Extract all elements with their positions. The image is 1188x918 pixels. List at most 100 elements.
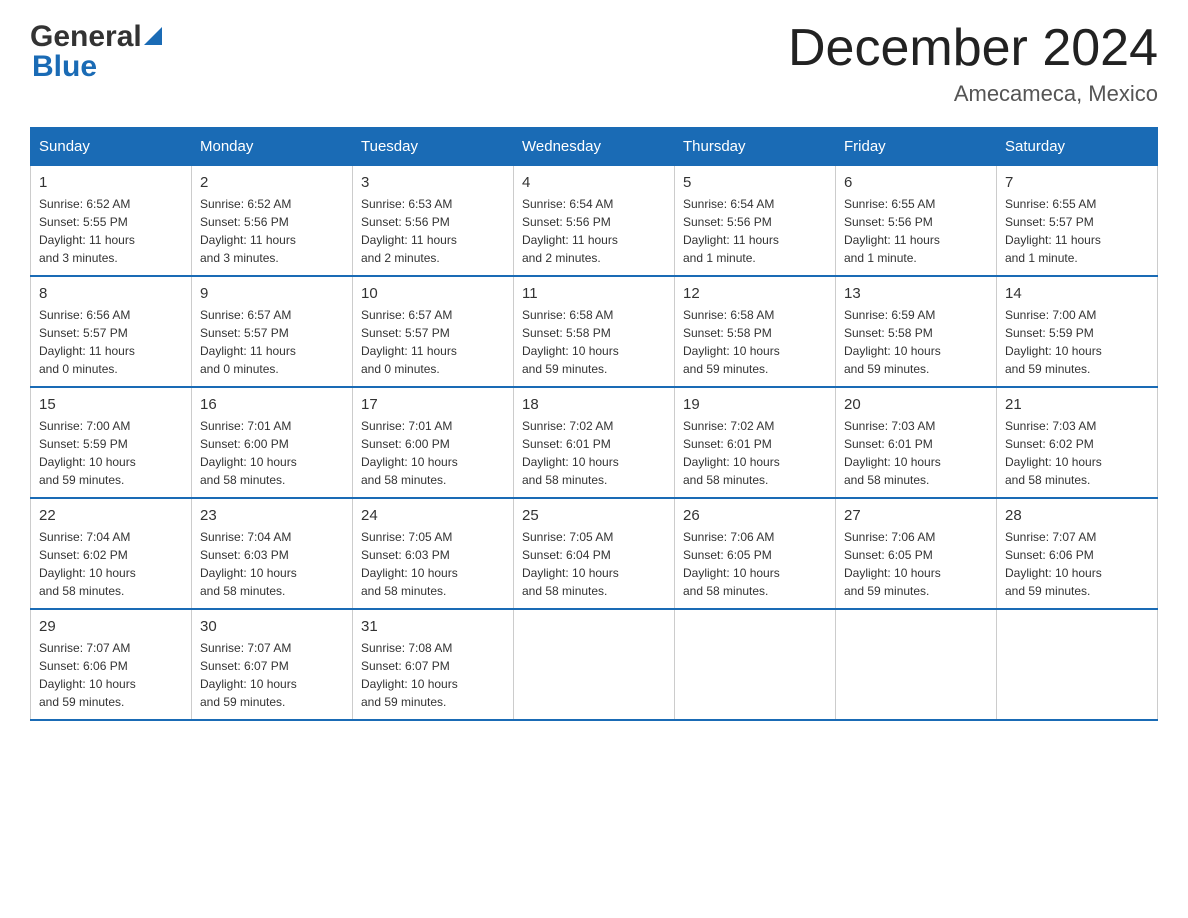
day-number: 24 xyxy=(361,507,505,524)
day-info: Sunrise: 7:05 AMSunset: 6:04 PMDaylight:… xyxy=(522,528,666,600)
day-info: Sunrise: 6:52 AMSunset: 5:56 PMDaylight:… xyxy=(200,195,344,267)
calendar-cell: 25 Sunrise: 7:05 AMSunset: 6:04 PMDayligh… xyxy=(514,498,675,609)
page-header: General Blue December 2024 Amecameca, Me… xyxy=(30,20,1158,107)
day-info: Sunrise: 7:02 AMSunset: 6:01 PMDaylight:… xyxy=(683,417,827,489)
calendar-cell: 31Sunrise: 7:08 AMSunset: 6:07 PMDayligh… xyxy=(353,609,514,720)
day-number: 21 xyxy=(1005,396,1149,413)
day-number: 3 xyxy=(361,174,505,191)
calendar-week-row: 15 Sunrise: 7:00 AMSunset: 5:59 PMDayligh… xyxy=(31,387,1158,498)
day-number: 23 xyxy=(200,507,344,524)
day-info: Sunrise: 7:00 AMSunset: 5:59 PMDaylight:… xyxy=(1005,306,1149,378)
calendar-week-row: 29 Sunrise: 7:07 AMSunset: 6:06 PMDayligh… xyxy=(31,609,1158,720)
calendar-cell: 12 Sunrise: 6:58 AMSunset: 5:58 PMDayligh… xyxy=(675,276,836,387)
day-info: Sunrise: 6:54 AMSunset: 5:56 PMDaylight:… xyxy=(683,195,827,267)
day-number: 17 xyxy=(361,396,505,413)
day-info: Sunrise: 7:07 AMSunset: 6:07 PMDaylight:… xyxy=(200,639,344,711)
day-info: Sunrise: 6:52 AMSunset: 5:55 PMDaylight:… xyxy=(39,195,183,267)
day-number: 6 xyxy=(844,174,988,191)
day-info: Sunrise: 7:05 AMSunset: 6:03 PMDaylight:… xyxy=(361,528,505,600)
day-number: 10 xyxy=(361,285,505,302)
calendar-cell: 16Sunrise: 7:01 AMSunset: 6:00 PMDayligh… xyxy=(192,387,353,498)
day-info: Sunrise: 6:58 AMSunset: 5:58 PMDaylight:… xyxy=(522,306,666,378)
day-number: 28 xyxy=(1005,507,1149,524)
calendar-cell: 1 Sunrise: 6:52 AMSunset: 5:55 PMDaylight… xyxy=(31,166,192,277)
days-header-row: SundayMondayTuesdayWednesdayThursdayFrid… xyxy=(31,128,1158,166)
calendar-cell xyxy=(997,609,1158,720)
day-number: 29 xyxy=(39,618,183,635)
day-info: Sunrise: 7:04 AMSunset: 6:03 PMDaylight:… xyxy=(200,528,344,600)
day-number: 1 xyxy=(39,174,183,191)
title-section: December 2024 Amecameca, Mexico xyxy=(788,20,1158,107)
day-header-saturday: Saturday xyxy=(997,128,1158,166)
calendar-cell: 7 Sunrise: 6:55 AMSunset: 5:57 PMDaylight… xyxy=(997,166,1158,277)
day-number: 22 xyxy=(39,507,183,524)
day-info: Sunrise: 6:53 AMSunset: 5:56 PMDaylight:… xyxy=(361,195,505,267)
calendar-cell: 8 Sunrise: 6:56 AMSunset: 5:57 PMDaylight… xyxy=(31,276,192,387)
calendar-table: SundayMondayTuesdayWednesdayThursdayFrid… xyxy=(30,127,1158,721)
day-info: Sunrise: 7:00 AMSunset: 5:59 PMDaylight:… xyxy=(39,417,183,489)
logo-blue-text: Blue xyxy=(30,50,162,84)
day-info: Sunrise: 7:04 AMSunset: 6:02 PMDaylight:… xyxy=(39,528,183,600)
day-number: 26 xyxy=(683,507,827,524)
calendar-cell: 23 Sunrise: 7:04 AMSunset: 6:03 PMDayligh… xyxy=(192,498,353,609)
day-number: 20 xyxy=(844,396,988,413)
day-info: Sunrise: 7:02 AMSunset: 6:01 PMDaylight:… xyxy=(522,417,666,489)
day-info: Sunrise: 6:56 AMSunset: 5:57 PMDaylight:… xyxy=(39,306,183,378)
calendar-cell xyxy=(675,609,836,720)
day-number: 12 xyxy=(683,285,827,302)
day-number: 4 xyxy=(522,174,666,191)
day-header-friday: Friday xyxy=(836,128,997,166)
logo-general-text: General xyxy=(30,20,142,54)
day-number: 2 xyxy=(200,174,344,191)
day-info: Sunrise: 6:59 AMSunset: 5:58 PMDaylight:… xyxy=(844,306,988,378)
calendar-cell: 4 Sunrise: 6:54 AMSunset: 5:56 PMDaylight… xyxy=(514,166,675,277)
day-info: Sunrise: 7:03 AMSunset: 6:02 PMDaylight:… xyxy=(1005,417,1149,489)
calendar-cell: 18 Sunrise: 7:02 AMSunset: 6:01 PMDayligh… xyxy=(514,387,675,498)
month-title: December 2024 xyxy=(788,20,1158,77)
day-number: 11 xyxy=(522,285,666,302)
calendar-cell xyxy=(514,609,675,720)
logo: General Blue xyxy=(30,20,162,84)
calendar-cell: 21 Sunrise: 7:03 AMSunset: 6:02 PMDayligh… xyxy=(997,387,1158,498)
calendar-cell: 27 Sunrise: 7:06 AMSunset: 6:05 PMDayligh… xyxy=(836,498,997,609)
day-number: 8 xyxy=(39,285,183,302)
day-info: Sunrise: 7:06 AMSunset: 6:05 PMDaylight:… xyxy=(683,528,827,600)
calendar-cell: 9 Sunrise: 6:57 AMSunset: 5:57 PMDaylight… xyxy=(192,276,353,387)
day-info: Sunrise: 6:58 AMSunset: 5:58 PMDaylight:… xyxy=(683,306,827,378)
calendar-body: 1 Sunrise: 6:52 AMSunset: 5:55 PMDaylight… xyxy=(31,166,1158,721)
logo-triangle-icon xyxy=(144,27,162,45)
calendar-cell: 10 Sunrise: 6:57 AMSunset: 5:57 PMDayligh… xyxy=(353,276,514,387)
day-info: Sunrise: 7:01 AMSunset: 6:00 PMDaylight:… xyxy=(200,417,344,489)
calendar-cell: 11 Sunrise: 6:58 AMSunset: 5:58 PMDayligh… xyxy=(514,276,675,387)
calendar-cell: 28Sunrise: 7:07 AMSunset: 6:06 PMDayligh… xyxy=(997,498,1158,609)
day-number: 31 xyxy=(361,618,505,635)
calendar-cell xyxy=(836,609,997,720)
day-info: Sunrise: 7:07 AMSunset: 6:06 PMDaylight:… xyxy=(39,639,183,711)
day-info: Sunrise: 7:06 AMSunset: 6:05 PMDaylight:… xyxy=(844,528,988,600)
calendar-cell: 17 Sunrise: 7:01 AMSunset: 6:00 PMDayligh… xyxy=(353,387,514,498)
calendar-week-row: 22 Sunrise: 7:04 AMSunset: 6:02 PMDayligh… xyxy=(31,498,1158,609)
calendar-cell: 24 Sunrise: 7:05 AMSunset: 6:03 PMDayligh… xyxy=(353,498,514,609)
calendar-cell: 2 Sunrise: 6:52 AMSunset: 5:56 PMDaylight… xyxy=(192,166,353,277)
day-info: Sunrise: 7:01 AMSunset: 6:00 PMDaylight:… xyxy=(361,417,505,489)
day-number: 5 xyxy=(683,174,827,191)
calendar-cell: 19 Sunrise: 7:02 AMSunset: 6:01 PMDayligh… xyxy=(675,387,836,498)
day-info: Sunrise: 6:54 AMSunset: 5:56 PMDaylight:… xyxy=(522,195,666,267)
calendar-cell: 3 Sunrise: 6:53 AMSunset: 5:56 PMDaylight… xyxy=(353,166,514,277)
day-number: 15 xyxy=(39,396,183,413)
calendar-cell: 30Sunrise: 7:07 AMSunset: 6:07 PMDayligh… xyxy=(192,609,353,720)
calendar-cell: 22 Sunrise: 7:04 AMSunset: 6:02 PMDayligh… xyxy=(31,498,192,609)
day-number: 9 xyxy=(200,285,344,302)
day-number: 25 xyxy=(522,507,666,524)
calendar-cell: 13Sunrise: 6:59 AMSunset: 5:58 PMDayligh… xyxy=(836,276,997,387)
calendar-cell: 29 Sunrise: 7:07 AMSunset: 6:06 PMDayligh… xyxy=(31,609,192,720)
day-number: 19 xyxy=(683,396,827,413)
day-number: 27 xyxy=(844,507,988,524)
calendar-cell: 20Sunrise: 7:03 AMSunset: 6:01 PMDayligh… xyxy=(836,387,997,498)
day-header-sunday: Sunday xyxy=(31,128,192,166)
day-info: Sunrise: 6:57 AMSunset: 5:57 PMDaylight:… xyxy=(361,306,505,378)
day-number: 18 xyxy=(522,396,666,413)
day-info: Sunrise: 6:57 AMSunset: 5:57 PMDaylight:… xyxy=(200,306,344,378)
day-info: Sunrise: 6:55 AMSunset: 5:57 PMDaylight:… xyxy=(1005,195,1149,267)
day-number: 7 xyxy=(1005,174,1149,191)
